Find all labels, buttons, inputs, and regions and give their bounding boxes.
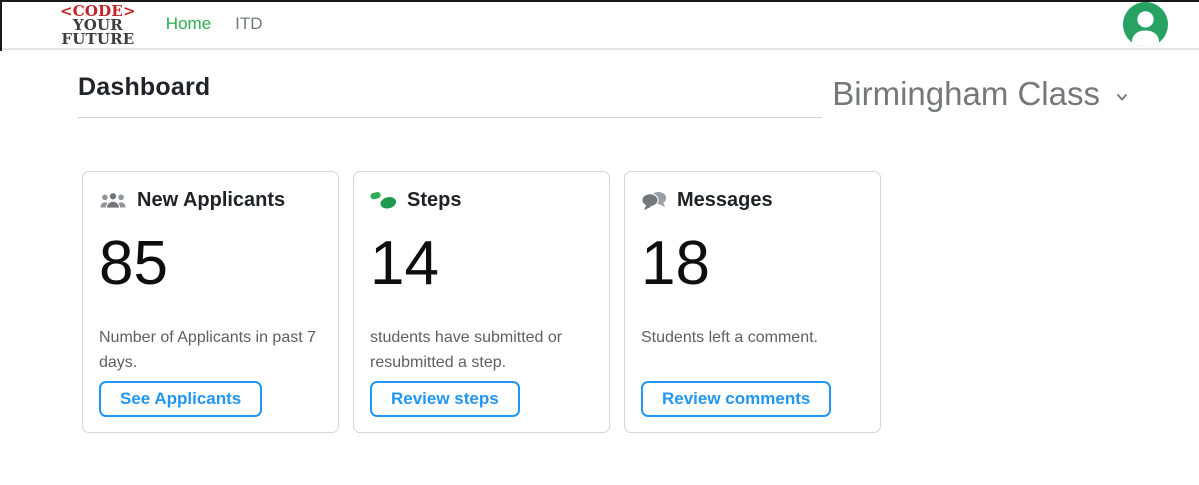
title-block: Dashboard: [78, 73, 822, 126]
window-edge-left: [0, 0, 2, 51]
card-description: Number of Applicants in past 7 days.: [99, 325, 322, 381]
card-value: 14: [370, 232, 593, 296]
nav-link-home[interactable]: Home: [166, 14, 211, 34]
card-title: Steps: [407, 189, 461, 212]
card-messages: Messages 18 Students left a comment. Rev…: [624, 171, 881, 433]
see-applicants-button[interactable]: See Applicants: [99, 381, 262, 417]
class-selector-dropdown[interactable]: Birmingham Class: [832, 75, 1130, 113]
card-title-row: Steps: [370, 187, 593, 214]
window-edge-top: [0, 0, 1199, 2]
nav-link-itd[interactable]: ITD: [235, 14, 262, 34]
page-header: Dashboard Birmingham Class: [78, 73, 1130, 126]
card-new-applicants: New Applicants 85 Number of Applicants i…: [82, 171, 339, 433]
nav-links: Home ITD: [166, 14, 263, 34]
card-title-row: New Applicants: [99, 187, 322, 214]
card-steps: Steps 14 students have submitted or resu…: [353, 171, 610, 433]
users-icon: [99, 190, 127, 211]
comments-icon: [641, 190, 667, 211]
chevron-down-icon: [1114, 75, 1130, 113]
top-navbar: <CODE> YOUR FUTURE Home ITD: [0, 0, 1199, 50]
shoe-prints-icon: [370, 190, 397, 210]
review-steps-button[interactable]: Review steps: [370, 381, 520, 417]
logo-line-future: FUTURE: [60, 32, 136, 46]
title-divider: [78, 117, 822, 118]
card-value: 18: [641, 232, 864, 296]
page-title: Dashboard: [78, 73, 822, 102]
main-content: Dashboard Birmingham Class: [0, 73, 1199, 433]
user-avatar-icon: [1123, 35, 1168, 50]
class-selector-label: Birmingham Class: [832, 75, 1100, 113]
card-description: students have submitted or resubmitted a…: [370, 325, 593, 381]
card-description: Students left a comment.: [641, 325, 864, 381]
card-title-row: Messages: [641, 187, 864, 214]
card-title: Messages: [677, 189, 773, 212]
code-your-future-logo[interactable]: <CODE> YOUR FUTURE: [60, 3, 136, 46]
card-value: 85: [99, 232, 322, 296]
user-avatar-button[interactable]: [1123, 2, 1168, 47]
review-comments-button[interactable]: Review comments: [641, 381, 831, 417]
stat-cards-row: New Applicants 85 Number of Applicants i…: [82, 171, 1130, 433]
card-title: New Applicants: [137, 189, 285, 212]
